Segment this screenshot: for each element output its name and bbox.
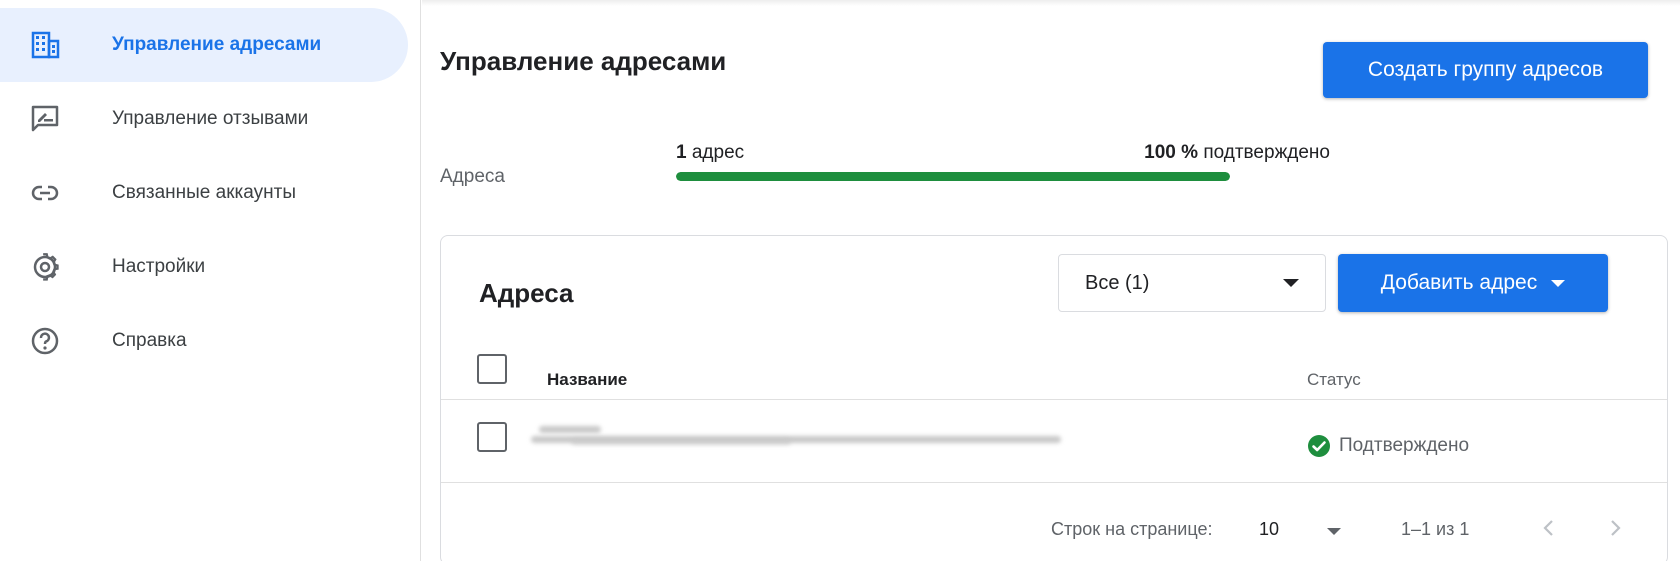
review-edit-icon <box>28 102 62 136</box>
addresses-card: Адреса Все (1) Добавить адрес Название С… <box>440 235 1668 561</box>
progress-label: Адреса <box>440 166 505 187</box>
caret-down-icon <box>1283 279 1299 287</box>
gear-icon <box>28 250 62 284</box>
next-page-button[interactable] <box>1599 512 1631 544</box>
select-all-checkbox[interactable] <box>477 354 507 384</box>
verified-percent-text: подтверждено <box>1203 142 1330 163</box>
help-circle-icon <box>28 324 62 358</box>
caret-down-icon <box>1551 279 1566 287</box>
row-divider <box>441 399 1667 400</box>
address-count-number: 1 <box>676 142 687 163</box>
page-range: 1–1 из 1 <box>1401 519 1470 539</box>
verified-check-icon <box>1308 435 1330 457</box>
sidebar-item-linked-accounts[interactable]: Связанные аккаунты <box>0 156 408 230</box>
address-count-text: адрес <box>691 142 745 163</box>
column-header-status: Статус <box>1307 370 1361 389</box>
caret-down-icon <box>1327 528 1341 535</box>
sidebar-item-label: Связанные аккаунты <box>112 182 296 203</box>
top-shadow <box>422 0 1680 6</box>
add-address-label: Добавить адрес <box>1380 271 1538 294</box>
rows-per-page-label: Строк на странице: <box>1051 519 1213 539</box>
building-grid-icon <box>28 28 62 62</box>
verification-progress-fill <box>676 172 1230 181</box>
sidebar-item-settings[interactable]: Настройки <box>0 230 408 304</box>
verified-percent-number: 100 % <box>1144 142 1199 163</box>
chevron-left-icon <box>1543 520 1553 536</box>
main-content: Управление адресами Создать группу адрес… <box>422 0 1680 561</box>
status-cell: Подтверждено <box>1307 434 1469 458</box>
create-address-group-button[interactable]: Создать группу адресов <box>1323 42 1648 98</box>
prev-page-button[interactable] <box>1533 512 1565 544</box>
sidebar-item-help[interactable]: Справка <box>0 304 408 378</box>
add-address-button[interactable]: Добавить адрес <box>1338 254 1608 312</box>
sidebar: Управление адресами Управление отзывами … <box>0 0 421 561</box>
verification-progress-bar <box>676 172 1230 181</box>
chevron-right-icon <box>1611 520 1621 536</box>
card-title: Адреса <box>479 278 574 308</box>
blurred-address-name <box>531 424 1071 450</box>
sidebar-item-label: Справка <box>112 330 187 351</box>
filter-value: Все (1) <box>1085 271 1150 294</box>
address-filter-select[interactable]: Все (1) <box>1058 254 1326 312</box>
row-divider <box>441 482 1667 483</box>
address-count: 1 адрес <box>676 142 744 164</box>
page-title: Управление адресами <box>440 46 727 76</box>
rows-per-page-select[interactable]: 10 <box>1259 519 1279 540</box>
link-icon <box>28 176 62 210</box>
sidebar-item-label: Управление адресами <box>112 34 322 55</box>
row-checkbox[interactable] <box>477 422 507 452</box>
sidebar-item-label: Управление отзывами <box>112 108 309 129</box>
sidebar-item-review-management[interactable]: Управление отзывами <box>0 82 408 156</box>
sidebar-item-address-management[interactable]: Управление адресами <box>0 8 408 82</box>
verified-percent: 100 % подтверждено <box>1010 142 1330 164</box>
column-header-name: Название <box>547 370 628 389</box>
status-text: Подтверждено <box>1339 435 1470 456</box>
sidebar-item-label: Настройки <box>112 256 206 277</box>
